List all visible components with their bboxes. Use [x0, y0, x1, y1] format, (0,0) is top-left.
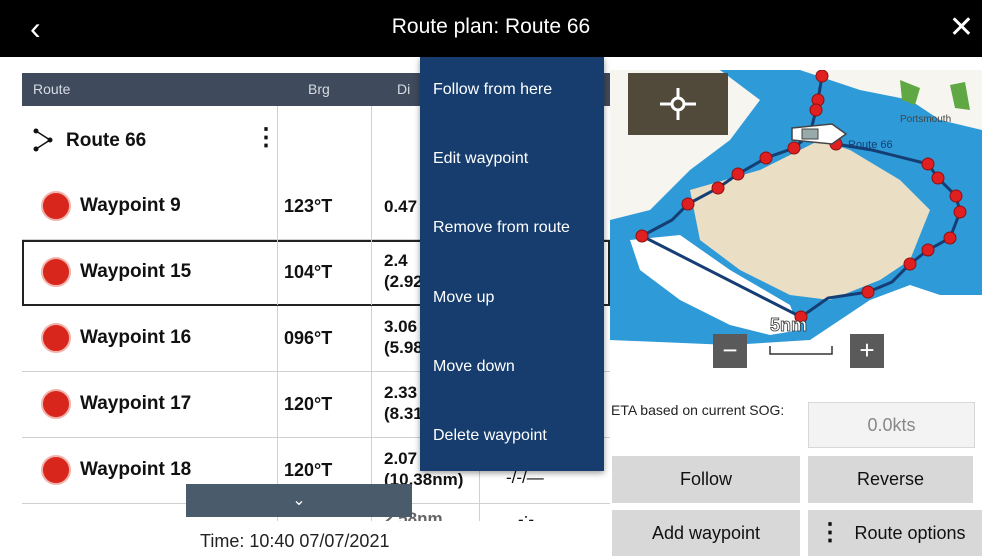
waypoint-brg: 120°T — [284, 394, 333, 414]
status-bar: Time: 10:40 07/07/2021 — [0, 521, 600, 558]
route-options-button[interactable]: ⋮ Route options — [808, 510, 982, 556]
waypoint-icon — [41, 455, 71, 485]
waypoint-eta: -/-/— — [506, 468, 544, 487]
header-brg: Brg — [308, 81, 330, 97]
close-icon[interactable]: ✕ — [949, 10, 974, 46]
menu-item-move-down[interactable]: Move down — [433, 358, 515, 376]
header-route: Route — [33, 81, 71, 97]
waypoint-name: Waypoint 17 — [80, 393, 192, 414]
waypoint-dist: 2.33 — [384, 383, 418, 402]
menu-item-move-up[interactable]: Move up — [433, 289, 494, 307]
eta-label: ETA based on current SOG: — [611, 402, 785, 418]
route-options-label: Route options — [854, 523, 966, 543]
zoom-out-button[interactable]: − — [713, 334, 747, 368]
map-scale-label: 5nm — [770, 315, 807, 335]
waypoint-icon — [41, 191, 71, 221]
waypoint-brg: 096°T — [284, 328, 333, 348]
menu-item-remove-from-route[interactable]: Remove from route — [433, 219, 570, 237]
waypoint-context-menu: Follow from here Edit waypoint Remove fr… — [420, 57, 604, 471]
title-bar: ‹ Route plan: Route 66 ✕ — [0, 0, 982, 57]
menu-item-follow-from-here[interactable]: Follow from here — [433, 81, 552, 99]
zoom-in-button[interactable]: + — [850, 334, 884, 368]
chevron-down-icon: ⌄ — [292, 492, 306, 509]
waypoint-brg: 123°T — [284, 196, 333, 216]
waypoint-icon — [41, 389, 71, 419]
time-date: Time: 10:40 07/07/2021 — [200, 531, 390, 551]
add-waypoint-button[interactable]: Add waypoint — [612, 510, 800, 556]
waypoint-dist: 2.07 — [384, 449, 418, 468]
page-title: Route plan: Route 66 — [391, 15, 591, 38]
map-label-portsmouth: Portsmouth — [900, 114, 951, 125]
map-canvas: Portsmouth Route 66 5nm — [610, 70, 982, 383]
follow-button[interactable]: Follow — [612, 456, 800, 503]
waypoint-cumulative-dist: (5.98 — [384, 338, 423, 357]
waypoint-name: Waypoint 16 — [80, 327, 192, 348]
waypoint-cumulative-dist: (2.92 — [384, 272, 423, 291]
waypoint-dist: 0.47 — [384, 197, 418, 216]
sog-field[interactable]: 0.0kts — [808, 402, 975, 448]
waypoint-icon — [41, 257, 71, 287]
waypoint-name: Waypoint 15 — [80, 261, 192, 282]
waypoint-cumulative-dist: (8.31 — [384, 404, 423, 423]
reverse-button[interactable]: Reverse — [808, 456, 973, 503]
scroll-down-button[interactable]: ⌄ — [186, 484, 412, 517]
waypoint-name: Waypoint 18 — [80, 459, 192, 480]
waypoint-icon — [41, 323, 71, 353]
waypoint-brg: 120°T — [284, 460, 333, 480]
waypoint-brg: 104°T — [284, 262, 333, 282]
map-label-route: Route 66 — [848, 139, 893, 151]
menu-item-edit-waypoint[interactable]: Edit waypoint — [433, 150, 528, 168]
header-dist: Di — [397, 81, 411, 97]
waypoint-name: Waypoint 9 — [80, 195, 181, 216]
waypoint-dist: 3.06 — [384, 317, 418, 336]
chart-map[interactable]: Portsmouth Route 66 5nm − + — [610, 70, 982, 383]
menu-item-delete-waypoint[interactable]: Delete waypoint — [433, 427, 547, 445]
waypoint-dist: 2.4 — [384, 251, 408, 270]
